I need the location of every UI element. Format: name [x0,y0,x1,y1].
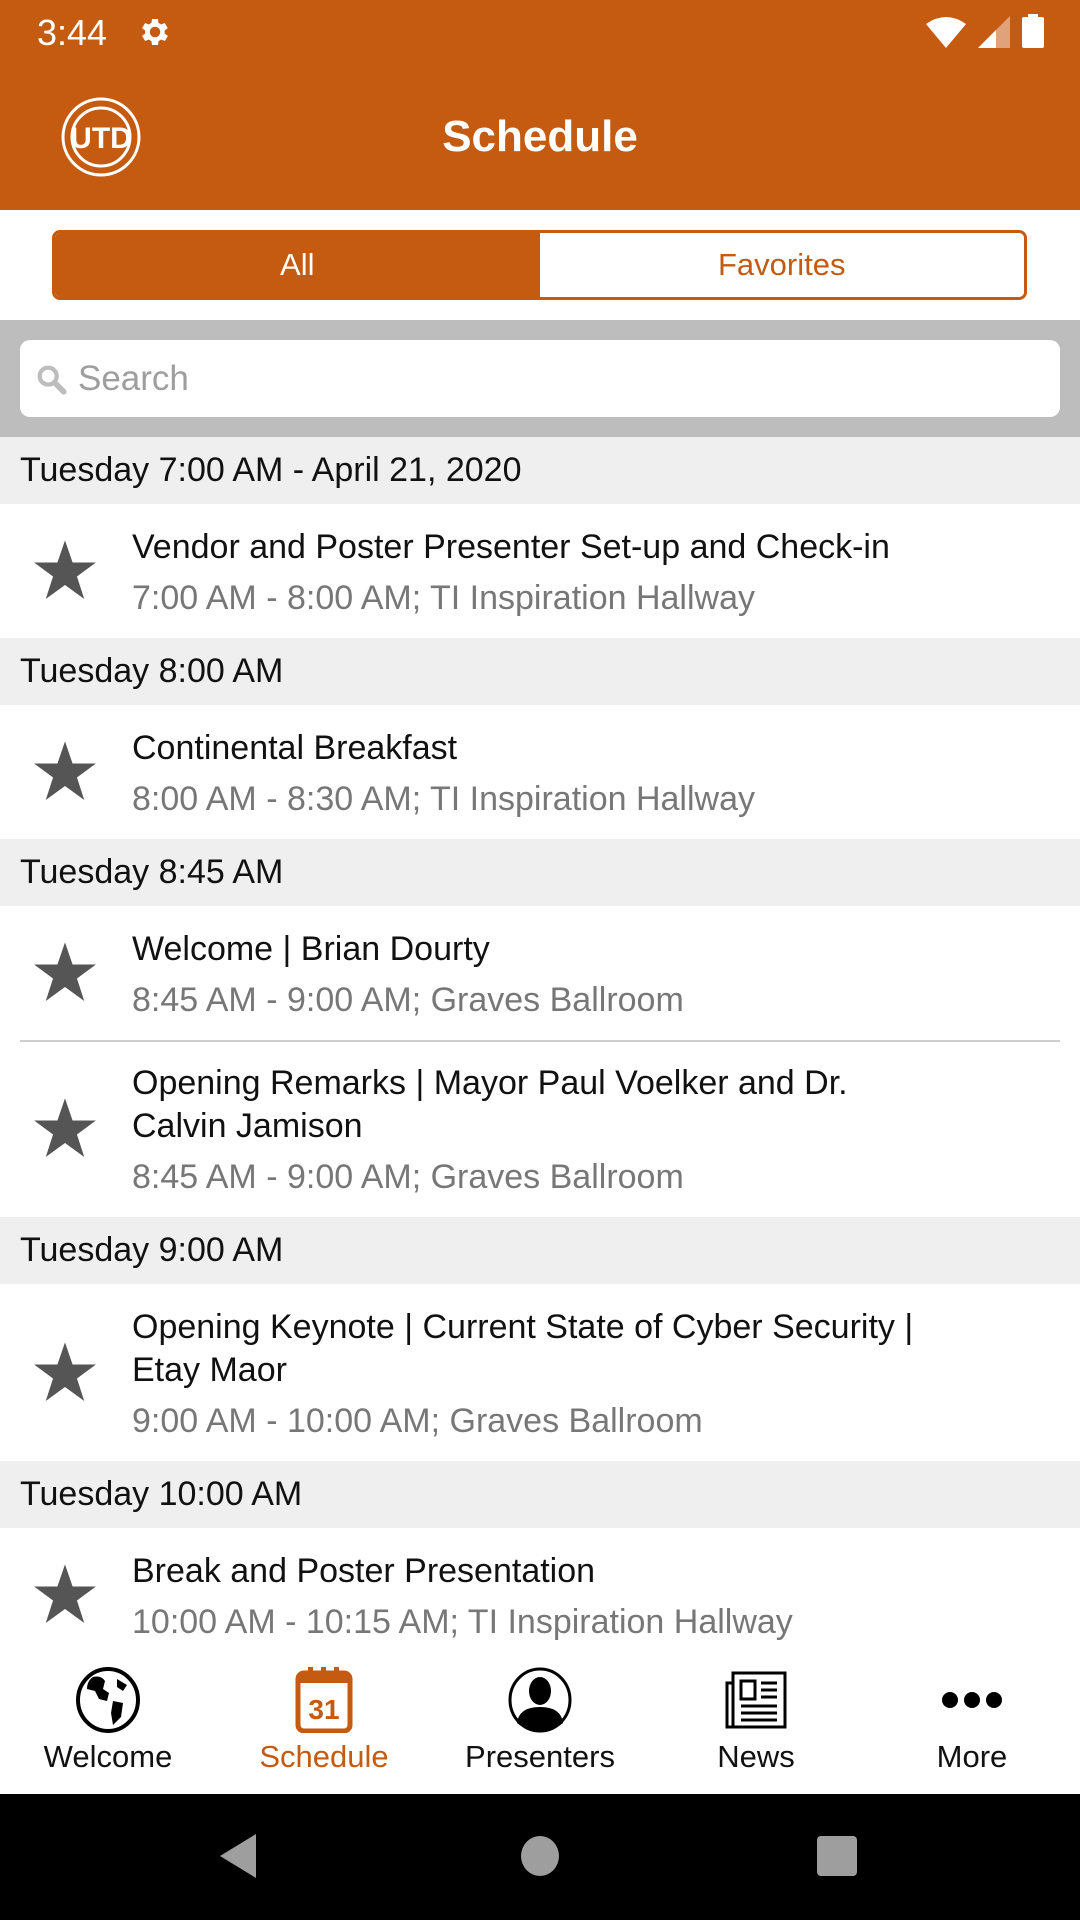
status-bar: 3:44 [0,0,1080,64]
page-title: Schedule [442,112,638,161]
section-header: Tuesday 10:00 AM [0,1461,1080,1528]
schedule-item[interactable]: Vendor and Poster Presenter Set-up and C… [0,504,1080,638]
schedule-list[interactable]: Tuesday 7:00 AM - April 21, 2020 Vendor … [0,437,1080,1647]
newspaper-icon [725,1671,787,1729]
back-icon[interactable] [218,1834,258,1878]
item-time-location: 7:00 AM - 8:00 AM; TI Inspiration Hallwa… [132,579,755,617]
item-title: Vendor and Poster Presenter Set-up and C… [132,528,890,566]
cell-signal-icon [978,16,1010,48]
section-header: Tuesday 7:00 AM - April 21, 2020 [0,437,1080,504]
favorite-star-icon[interactable] [30,536,100,606]
section-header: Tuesday 8:45 AM [0,839,1080,906]
favorite-star-icon[interactable] [30,737,100,807]
schedule-item[interactable]: Opening Keynote | Current State of Cyber… [0,1284,1080,1461]
gear-icon [142,18,168,46]
item-time-location: 10:00 AM - 10:15 AM; TI Inspiration Hall… [132,1603,793,1641]
favorite-star-icon[interactable] [30,938,100,1008]
tab-label: Welcome [43,1739,173,1774]
more-dots-icon [942,1692,1002,1708]
tab-more[interactable]: More [864,1647,1080,1794]
schedule-item[interactable]: Break and Poster Presentation 10:00 AM -… [0,1528,1080,1647]
favorite-star-icon[interactable] [30,1094,100,1164]
item-title: Welcome | Brian Dourty [132,930,490,968]
system-nav-bar [0,1794,1080,1920]
tab-label: Presenters [465,1739,615,1774]
search-box[interactable] [20,340,1060,417]
globe-icon [76,1667,140,1733]
wifi-icon [926,17,966,48]
tab-label: News [717,1739,795,1774]
favorite-star-icon[interactable] [30,1560,100,1630]
favorite-star-icon[interactable] [30,1338,100,1408]
app-bar: UTD Schedule [0,64,1080,210]
tab-label: Schedule [259,1739,389,1774]
tab-schedule[interactable]: 31 Schedule [216,1647,432,1794]
recents-icon[interactable] [816,1834,858,1878]
item-time-location: 8:45 AM - 9:00 AM; Graves Ballroom [132,981,684,1019]
tab-label: More [936,1739,1008,1774]
item-title: Opening Remarks | Mayor Paul Voelker and… [132,1064,848,1145]
person-icon [508,1667,572,1733]
battery-icon [1022,14,1044,48]
filter-segmented-control: All Favorites [52,230,1027,300]
item-time-location: 9:00 AM - 10:00 AM; Graves Ballroom [132,1402,703,1440]
schedule-item[interactable]: Opening Remarks | Mayor Paul Voelker and… [0,1040,1080,1217]
search-icon [37,365,67,395]
item-time-location: 8:00 AM - 8:30 AM; TI Inspiration Hallwa… [132,780,755,818]
status-time: 3:44 [37,12,108,53]
svg-text:31: 31 [308,1694,339,1725]
item-time-location: 8:45 AM - 9:00 AM; Graves Ballroom [132,1158,684,1196]
search-bar [0,320,1080,437]
tab-news[interactable]: News [648,1647,864,1794]
tab-welcome[interactable]: Welcome [0,1647,216,1794]
item-title: Continental Breakfast [132,729,458,767]
home-icon[interactable] [520,1834,560,1878]
segment-all-button[interactable]: All [55,233,540,297]
schedule-item[interactable]: Continental Breakfast 8:00 AM - 8:30 AM;… [0,705,1080,839]
search-input[interactable] [78,358,1038,399]
tab-presenters[interactable]: Presenters [432,1647,648,1794]
bottom-tab-bar: Welcome 31 Schedule Presenters News More [0,1647,1080,1794]
item-title: Opening Keynote | Current State of Cyber… [132,1308,914,1389]
item-title: Break and Poster Presentation [132,1552,596,1590]
calendar-icon: 31 [295,1667,353,1733]
section-header: Tuesday 8:00 AM [0,638,1080,705]
schedule-item[interactable]: Welcome | Brian Dourty 8:45 AM - 9:00 AM… [0,906,1080,1040]
segment-favorites-button[interactable]: Favorites [539,233,1024,297]
section-header: Tuesday 9:00 AM [0,1217,1080,1284]
filter-segment-area: All Favorites [0,210,1080,320]
